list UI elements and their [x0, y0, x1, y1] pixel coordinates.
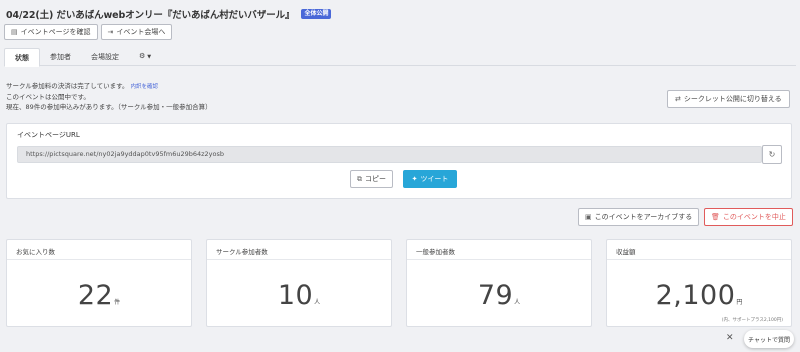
tab-bar: 状態 参加者 会場設定 ⚙ ▼ — [4, 48, 796, 67]
copy-icon: ⧉ — [357, 174, 362, 183]
event-url-field[interactable]: https://pictsquare.net/ny02ja9yddap0tv95… — [17, 146, 762, 163]
tweet-button[interactable]: ✦ ツイート — [403, 170, 457, 188]
caret-down-icon: ▼ — [147, 54, 152, 60]
event-url-card: イベントページURL https://pictsquare.net/ny02ja… — [6, 123, 792, 199]
go-to-venue-label: イベント会場へ — [116, 28, 166, 36]
stat-number: 2,100 — [655, 280, 736, 311]
archive-event-button[interactable]: ▣ このイベントをアーカイブする — [578, 208, 700, 226]
header-buttons: ▤ イベントページを確認 ⇥ イベント会場へ — [4, 24, 173, 40]
copy-label: コピー — [365, 175, 386, 183]
event-url-label: イベントページURL — [17, 131, 80, 139]
revenue-stat-card: 収益額 2,100円 (内、サポートプラス2,100円) — [606, 239, 792, 327]
stat-label: 収益額 — [607, 240, 791, 260]
publish-status-text: このイベントは公開中です。 — [6, 93, 90, 101]
stat-number: 22 — [77, 280, 114, 311]
cancel-event-label: このイベントを中止 — [722, 213, 786, 221]
status-info: サークル参加料の決済は完了しています。 内訳を確認 このイベントは公開中です。 … — [6, 81, 212, 112]
chat-support-button[interactable]: チャットで質問 — [744, 330, 794, 348]
copy-button[interactable]: ⧉ コピー — [350, 170, 393, 188]
general-participants-stat-card: 一般参加者数 79人 — [406, 239, 592, 327]
tab-participants[interactable]: 参加者 — [40, 48, 81, 66]
stat-unit: 人 — [514, 299, 521, 306]
tab-venue-settings[interactable]: 会場設定 — [81, 48, 129, 66]
stat-value: 79人 — [407, 280, 591, 311]
view-event-page-label: イベントページを確認 — [20, 28, 91, 36]
document-icon: ▤ — [11, 28, 18, 36]
switch-to-secret-label: シークレット公開に切り替える — [683, 95, 782, 103]
page-title: 04/22(土) だいあばんwebオンリー『だいあばん村だいバザール』 — [6, 10, 295, 21]
stat-number: 79 — [477, 280, 514, 311]
archive-event-label: このイベントをアーカイブする — [594, 213, 693, 221]
circle-participants-stat-card: サークル参加者数 10人 — [206, 239, 392, 327]
switch-to-secret-button[interactable]: ⇄ シークレット公開に切り替える — [667, 90, 790, 108]
twitter-bird-icon: ✦ — [411, 175, 418, 183]
go-to-venue-button[interactable]: ⇥ イベント会場へ — [100, 24, 173, 40]
payment-status-text: サークル参加料の決済は完了しています。 — [6, 82, 129, 90]
stat-value: 10人 — [207, 280, 391, 311]
cancel-event-button[interactable]: 🗑 このイベントを中止 — [704, 208, 793, 226]
archive-box-icon: ▣ — [585, 213, 592, 221]
refresh-icon: ↻ — [768, 150, 776, 159]
tab-settings-menu[interactable]: ⚙ ▼ — [129, 48, 161, 66]
view-event-page-button[interactable]: ▤ イベントページを確認 — [4, 24, 98, 40]
stat-number: 10 — [277, 280, 314, 311]
stat-unit: 人 — [314, 299, 321, 306]
revenue-note: (内、サポートプラス2,100円) — [721, 318, 783, 323]
stat-label: お気に入り数 — [7, 240, 191, 260]
stat-label: 一般参加者数 — [407, 240, 591, 260]
tab-status[interactable]: 状態 — [4, 48, 40, 67]
close-icon[interactable]: ✕ — [726, 333, 734, 343]
swap-icon: ⇄ — [675, 95, 681, 103]
visibility-badge: 全体公開 — [301, 9, 332, 19]
gear-icon: ⚙ — [139, 52, 146, 60]
payment-status-line: サークル参加料の決済は完了しています。 内訳を確認 — [6, 81, 212, 92]
tweet-label: ツイート — [420, 175, 449, 183]
stat-unit: 円 — [736, 299, 743, 306]
breakdown-link[interactable]: 内訳を確認 — [131, 84, 159, 90]
regenerate-url-button[interactable]: ↻ — [762, 145, 782, 164]
stat-label: サークル参加者数 — [207, 240, 391, 260]
stat-value: 2,100円 — [607, 280, 791, 311]
stat-unit: 件 — [114, 299, 121, 306]
enter-icon: ⇥ — [107, 28, 114, 36]
trash-icon: 🗑 — [711, 213, 720, 221]
favorites-stat-card: お気に入り数 22件 — [6, 239, 192, 327]
application-count-text: 現在、89件の参加申込みがあります。（サークル参加・一般参加合算） — [6, 103, 212, 111]
stat-value: 22件 — [7, 280, 191, 311]
page-header: 04/22(土) だいあばんwebオンリー『だいあばん村だいバザール』 全体公開 — [6, 7, 332, 21]
